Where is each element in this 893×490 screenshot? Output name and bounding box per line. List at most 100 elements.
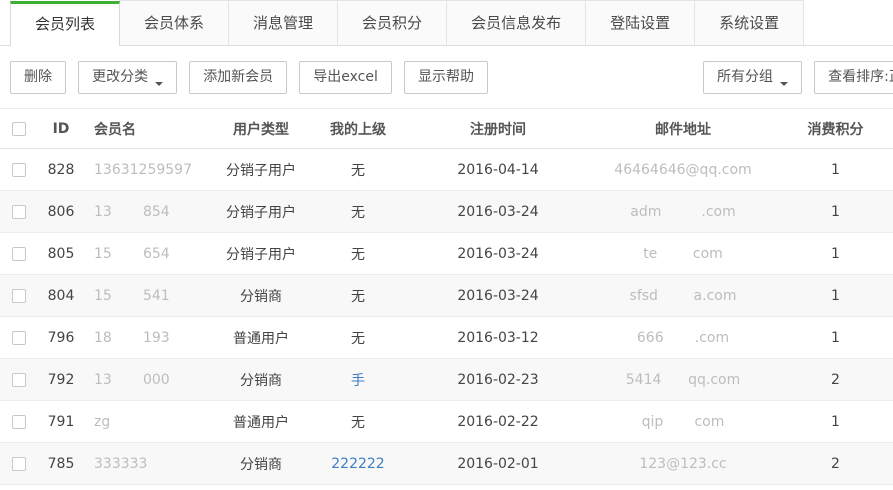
add-member-button[interactable]: 添加新会员 xyxy=(189,61,287,94)
member-name: 333333 xyxy=(84,443,214,485)
tab-member-system[interactable]: 会员体系 xyxy=(119,0,229,45)
member-email: 46464646@qq.com xyxy=(588,149,778,191)
member-points: 1 xyxy=(778,275,893,317)
table-row: 785 333333 分销商 222222 2016-02-01 123@123… xyxy=(0,443,893,485)
table-row: 792 13 000 分销商 手 2016-02-23 5414 qq.com … xyxy=(0,359,893,401)
member-name: 15 541 xyxy=(84,275,214,317)
col-header-superior: 我的上级 xyxy=(308,109,408,149)
all-groups-button[interactable]: 所有分组 xyxy=(703,61,802,94)
tab-member-info-publish[interactable]: 会员信息发布 xyxy=(446,0,586,45)
member-name: zg xyxy=(84,401,214,443)
member-id: 796 xyxy=(38,317,84,359)
member-email: te com xyxy=(588,233,778,275)
member-name: 18 193 xyxy=(84,317,214,359)
member-email: sfsd a.com xyxy=(588,275,778,317)
table-row: 805 15 654 分销子用户 无 2016-03-24 te com 1 xyxy=(0,233,893,275)
col-header-reg-time: 注册时间 xyxy=(408,109,588,149)
member-reg-time: 2016-02-22 xyxy=(408,401,588,443)
member-name: 13631259597 xyxy=(84,149,214,191)
view-sort-button[interactable]: 查看排序:正常排序 xyxy=(814,61,893,94)
member-id: 804 xyxy=(38,275,84,317)
member-superior: 无 xyxy=(308,149,408,191)
member-email: 123@123.cc xyxy=(588,443,778,485)
member-reg-time: 2016-02-23 xyxy=(408,359,588,401)
row-checkbox[interactable] xyxy=(12,331,26,345)
col-header-type: 用户类型 xyxy=(214,109,308,149)
member-type: 分销子用户 xyxy=(214,191,308,233)
member-points: 2 xyxy=(778,443,893,485)
tab-member-points[interactable]: 会员积分 xyxy=(337,0,447,45)
member-reg-time: 2016-03-24 xyxy=(408,275,588,317)
export-excel-button[interactable]: 导出excel xyxy=(299,61,392,94)
member-id: 828 xyxy=(38,149,84,191)
table-row: 796 18 193 普通用户 无 2016-03-12 666 .com 1 xyxy=(0,317,893,359)
member-reg-time: 2016-03-24 xyxy=(408,233,588,275)
table-row: 804 15 541 分销商 无 2016-03-24 sfsd a.com 1 xyxy=(0,275,893,317)
member-type: 分销商 xyxy=(214,443,308,485)
member-superior: 无 xyxy=(308,317,408,359)
member-email: 5414 qq.com xyxy=(588,359,778,401)
tab-bar: 会员列表 会员体系 消息管理 会员积分 会员信息发布 登陆设置 系统设置 xyxy=(0,0,893,46)
tab-member-list[interactable]: 会员列表 xyxy=(10,1,120,46)
chevron-down-icon xyxy=(780,82,788,90)
row-checkbox[interactable] xyxy=(12,415,26,429)
toolbar: 删除 更改分类 添加新会员 导出excel 显示帮助 所有分组 查看排序:正常排… xyxy=(0,46,893,108)
col-header-id: ID xyxy=(38,109,84,149)
member-type: 分销商 xyxy=(214,359,308,401)
member-superior: 无 xyxy=(308,233,408,275)
member-type: 分销子用户 xyxy=(214,149,308,191)
member-name: 15 654 xyxy=(84,233,214,275)
superior-link[interactable]: 手 xyxy=(351,373,365,389)
superior-link[interactable]: 222222 xyxy=(331,456,384,472)
toolbar-right: 所有分组 查看排序:正常排序 xyxy=(703,61,893,94)
tab-system-settings[interactable]: 系统设置 xyxy=(694,0,804,45)
member-id: 791 xyxy=(38,401,84,443)
col-header-points: 消费积分 xyxy=(778,109,893,149)
member-type: 分销子用户 xyxy=(214,233,308,275)
delete-button[interactable]: 删除 xyxy=(10,61,66,94)
member-points: 1 xyxy=(778,233,893,275)
table-row: 806 13 854 分销子用户 无 2016-03-24 adm .com 1 xyxy=(0,191,893,233)
member-id: 805 xyxy=(38,233,84,275)
member-points: 1 xyxy=(778,317,893,359)
member-superior: 无 xyxy=(308,191,408,233)
row-checkbox[interactable] xyxy=(12,247,26,261)
table-row: 791 zg 普通用户 无 2016-02-22 qip com 1 xyxy=(0,401,893,443)
row-checkbox[interactable] xyxy=(12,373,26,387)
member-id: 806 xyxy=(38,191,84,233)
member-points: 1 xyxy=(778,149,893,191)
col-header-email: 邮件地址 xyxy=(588,109,778,149)
member-name: 13 854 xyxy=(84,191,214,233)
member-type: 分销商 xyxy=(214,275,308,317)
member-points: 1 xyxy=(778,191,893,233)
member-admin-page: 会员列表 会员体系 消息管理 会员积分 会员信息发布 登陆设置 系统设置 删除 … xyxy=(0,0,893,490)
row-checkbox[interactable] xyxy=(12,289,26,303)
member-points: 2 xyxy=(778,359,893,401)
change-category-button[interactable]: 更改分类 xyxy=(78,61,177,94)
col-header-name: 会员名 xyxy=(84,109,214,149)
all-groups-label: 所有分组 xyxy=(717,69,773,85)
table-header-row: ID 会员名 用户类型 我的上级 注册时间 邮件地址 消费积分 xyxy=(0,109,893,149)
member-reg-time: 2016-02-01 xyxy=(408,443,588,485)
tab-message-management[interactable]: 消息管理 xyxy=(228,0,338,45)
member-superior: 无 xyxy=(308,275,408,317)
chevron-down-icon xyxy=(155,82,163,90)
member-points: 1 xyxy=(778,401,893,443)
member-reg-time: 2016-03-24 xyxy=(408,191,588,233)
member-email: 666 .com xyxy=(588,317,778,359)
member-name: 13 000 xyxy=(84,359,214,401)
member-type: 普通用户 xyxy=(214,317,308,359)
show-help-button[interactable]: 显示帮助 xyxy=(404,61,488,94)
member-email: qip com xyxy=(588,401,778,443)
member-id: 785 xyxy=(38,443,84,485)
member-reg-time: 2016-04-14 xyxy=(408,149,588,191)
member-type: 普通用户 xyxy=(214,401,308,443)
member-id: 792 xyxy=(38,359,84,401)
tab-login-settings[interactable]: 登陆设置 xyxy=(585,0,695,45)
select-all-checkbox[interactable] xyxy=(12,122,26,136)
row-checkbox[interactable] xyxy=(12,163,26,177)
member-table: ID 会员名 用户类型 我的上级 注册时间 邮件地址 消费积分 828 1363… xyxy=(0,108,893,485)
row-checkbox[interactable] xyxy=(12,457,26,471)
table-row: 828 13631259597 分销子用户 无 2016-04-14 46464… xyxy=(0,149,893,191)
row-checkbox[interactable] xyxy=(12,205,26,219)
